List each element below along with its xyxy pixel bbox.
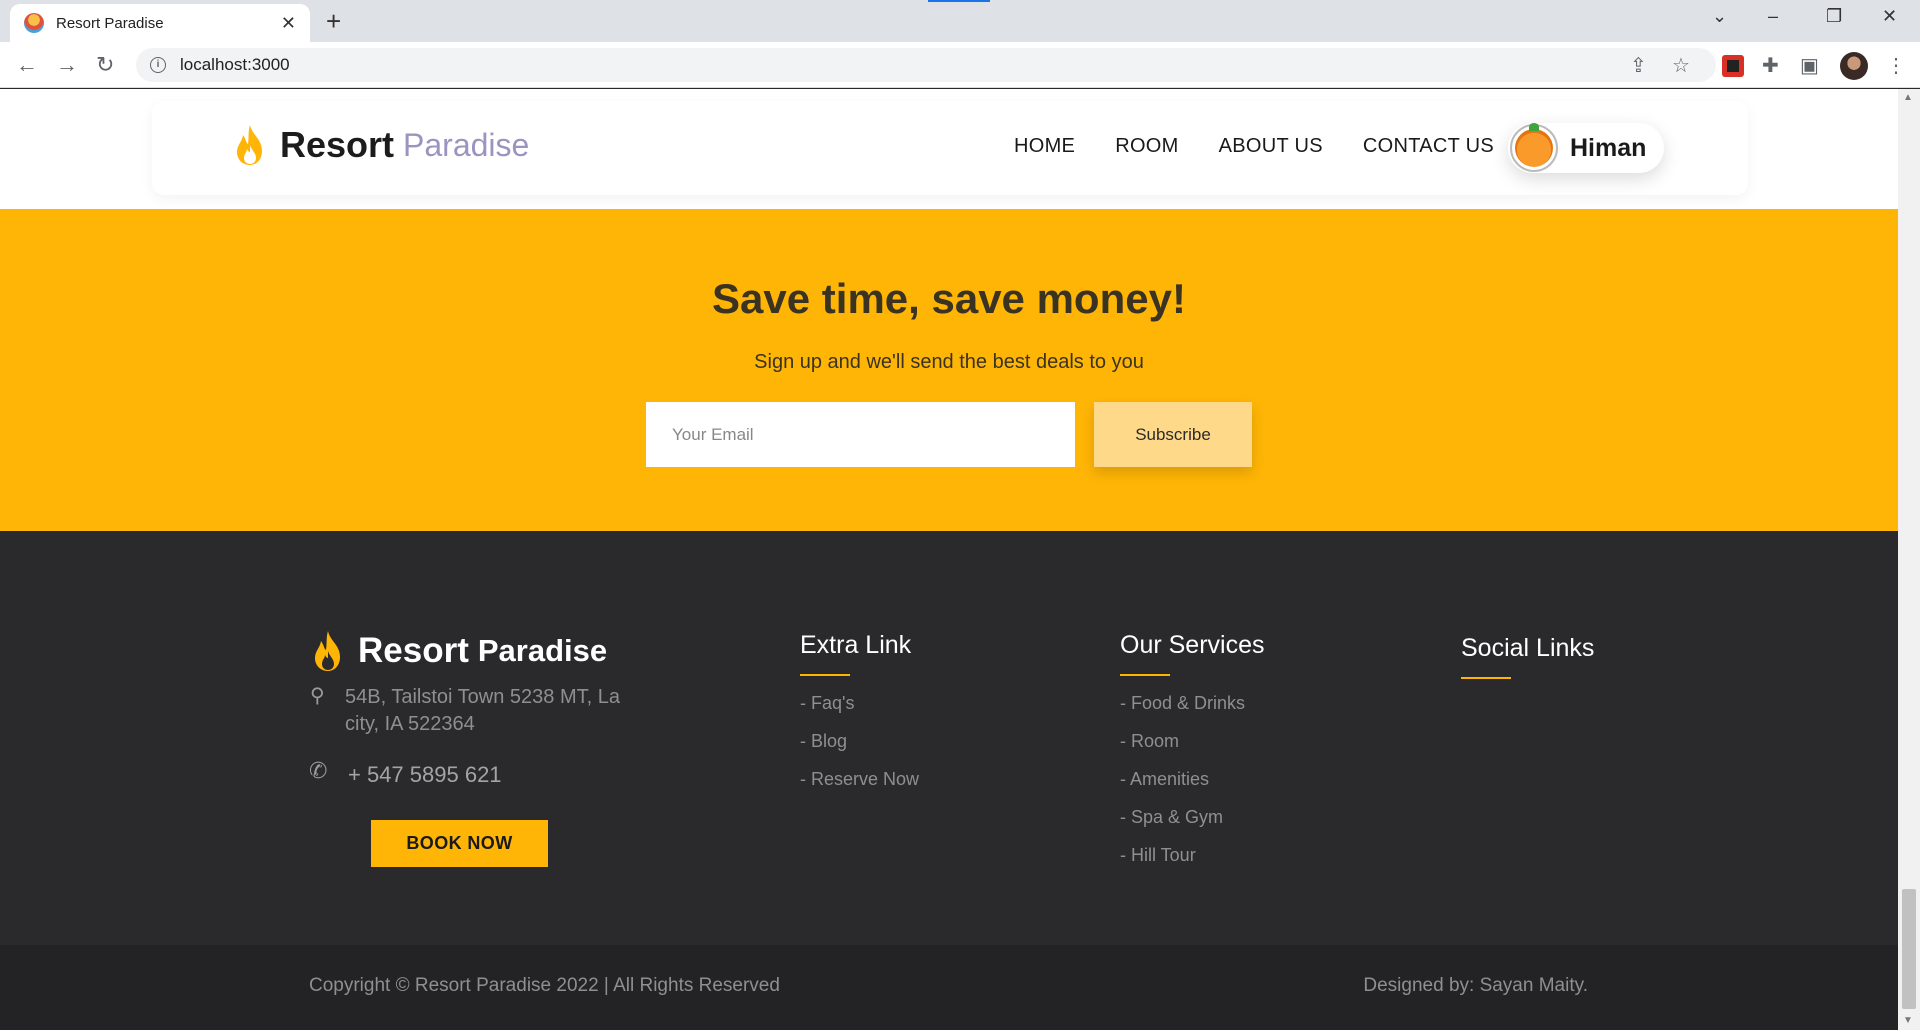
location-pin-icon: ⚲ [310, 685, 325, 707]
site-footer: Resort Paradise ⚲ 54B, Tailstoi Town 523… [0, 531, 1898, 945]
browser-tab-bar: Resort Paradise ✕ + ⌄ – ❐ ✕ [0, 0, 1920, 42]
extensions-icon[interactable]: ✚ [1762, 53, 1779, 78]
brand-subname: Paradise [403, 126, 530, 163]
tab-title: Resort Paradise [56, 14, 164, 32]
newsletter-title: Save time, save money! [712, 275, 1186, 322]
footer-brand-subname: Paradise [477, 633, 608, 668]
social-links-column: Social Links [1461, 634, 1594, 693]
flame-icon [237, 125, 262, 165]
footer-brand[interactable]: Resort Paradise [310, 629, 607, 673]
nav-links: HOME ROOM ABOUT US CONTACT US [1014, 135, 1534, 158]
service-tour[interactable]: - Hill Tour [1120, 842, 1264, 880]
title-underline [1120, 674, 1170, 676]
favicon-icon [24, 13, 44, 33]
avatar [1510, 123, 1558, 172]
footer-phone: + 547 5895 621 [348, 762, 502, 787]
browser-toolbar: ← → ↻ i localhost:3000 ⇪ ☆ ✚ ▣ ⋮ [0, 42, 1920, 88]
link-reserve[interactable]: - Reserve Now [800, 766, 919, 804]
page-viewport: Resort Paradise HOME ROOM ABOUT US CONTA… [0, 89, 1898, 1030]
profile-avatar[interactable] [1840, 52, 1868, 80]
browser-tab[interactable]: Resort Paradise ✕ [10, 4, 310, 42]
brand-logo[interactable]: Resort Paradise [232, 123, 529, 167]
sidepanel-icon[interactable]: ▣ [1800, 53, 1819, 78]
star-icon[interactable]: ☆ [1672, 53, 1690, 78]
copyright-text: Copyright © Resort Paradise 2022 | All R… [309, 975, 780, 996]
tab-search-icon[interactable]: ⌄ [1712, 6, 1727, 27]
orange-avatar-icon [1515, 123, 1553, 167]
footer-address: 54B, Tailstoi Town 5238 MT, La city, IA … [345, 686, 620, 735]
back-icon[interactable]: ← [16, 52, 38, 78]
footer-brand-name: Resort [358, 631, 469, 670]
nav-room[interactable]: ROOM [1115, 135, 1178, 158]
page-scrollbar[interactable]: ▲ ▼ [1898, 89, 1920, 1030]
service-amenities[interactable]: - Amenities [1120, 766, 1264, 804]
extra-links-title: Extra Link [800, 631, 912, 659]
email-field[interactable] [646, 402, 1075, 467]
window-close-icon[interactable]: ✕ [1882, 6, 1897, 27]
service-food[interactable]: - Food & Drinks [1120, 690, 1264, 728]
address-bar[interactable]: i localhost:3000 [136, 48, 1716, 82]
service-room[interactable]: - Room [1120, 728, 1264, 766]
title-underline [800, 674, 850, 676]
scroll-down-icon[interactable]: ▼ [1903, 1015, 1913, 1026]
extension-icon[interactable] [1722, 55, 1744, 77]
nav-contact[interactable]: CONTACT US [1363, 135, 1494, 158]
designer-credit: Designed by: Sayan Maity. [1363, 975, 1588, 996]
reload-icon[interactable]: ↻ [96, 52, 114, 78]
brand-name: Resort [280, 124, 395, 165]
book-now-button[interactable]: BOOK NOW [371, 820, 548, 867]
subscribe-button[interactable]: Subscribe [1094, 402, 1252, 467]
restore-icon[interactable]: ❐ [1826, 6, 1842, 27]
new-tab-button[interactable]: + [326, 6, 341, 37]
service-spa[interactable]: - Spa & Gym [1120, 804, 1264, 842]
extra-links-column: Extra Link - Faq's - Blog - Reserve Now [800, 631, 919, 804]
services-title: Our Services [1120, 631, 1265, 659]
phone-icon: ✆ [309, 758, 328, 783]
title-underline [1461, 677, 1511, 679]
newsletter-section: Save time, save money! Sign up and we'll… [0, 209, 1898, 531]
site-info-icon[interactable]: i [150, 57, 166, 73]
scroll-up-icon[interactable]: ▲ [1903, 92, 1913, 103]
newsletter-subtitle: Sign up and we'll send the best deals to… [754, 351, 1144, 373]
site-navbar: Resort Paradise HOME ROOM ABOUT US CONTA… [152, 101, 1748, 195]
social-links-title: Social Links [1461, 634, 1595, 662]
link-faqs[interactable]: - Faq's [800, 690, 919, 728]
flame-icon [315, 631, 340, 671]
menu-icon[interactable]: ⋮ [1886, 53, 1906, 78]
user-profile-chip[interactable]: Himan [1508, 123, 1664, 173]
tab-close-icon[interactable]: ✕ [281, 13, 296, 34]
copyright-bar: Copyright © Resort Paradise 2022 | All R… [0, 945, 1898, 1030]
user-name: Himan [1570, 133, 1647, 162]
forward-icon[interactable]: → [56, 52, 78, 78]
url-text[interactable]: localhost:3000 [180, 55, 290, 75]
tab-indicator [928, 0, 990, 2]
minimize-icon[interactable]: – [1768, 6, 1778, 27]
services-column: Our Services - Food & Drinks - Room - Am… [1120, 631, 1264, 880]
nav-home[interactable]: HOME [1014, 135, 1075, 158]
nav-about[interactable]: ABOUT US [1219, 135, 1323, 158]
scroll-thumb[interactable] [1902, 889, 1916, 1009]
link-blog[interactable]: - Blog [800, 728, 919, 766]
share-icon[interactable]: ⇪ [1630, 53, 1647, 78]
